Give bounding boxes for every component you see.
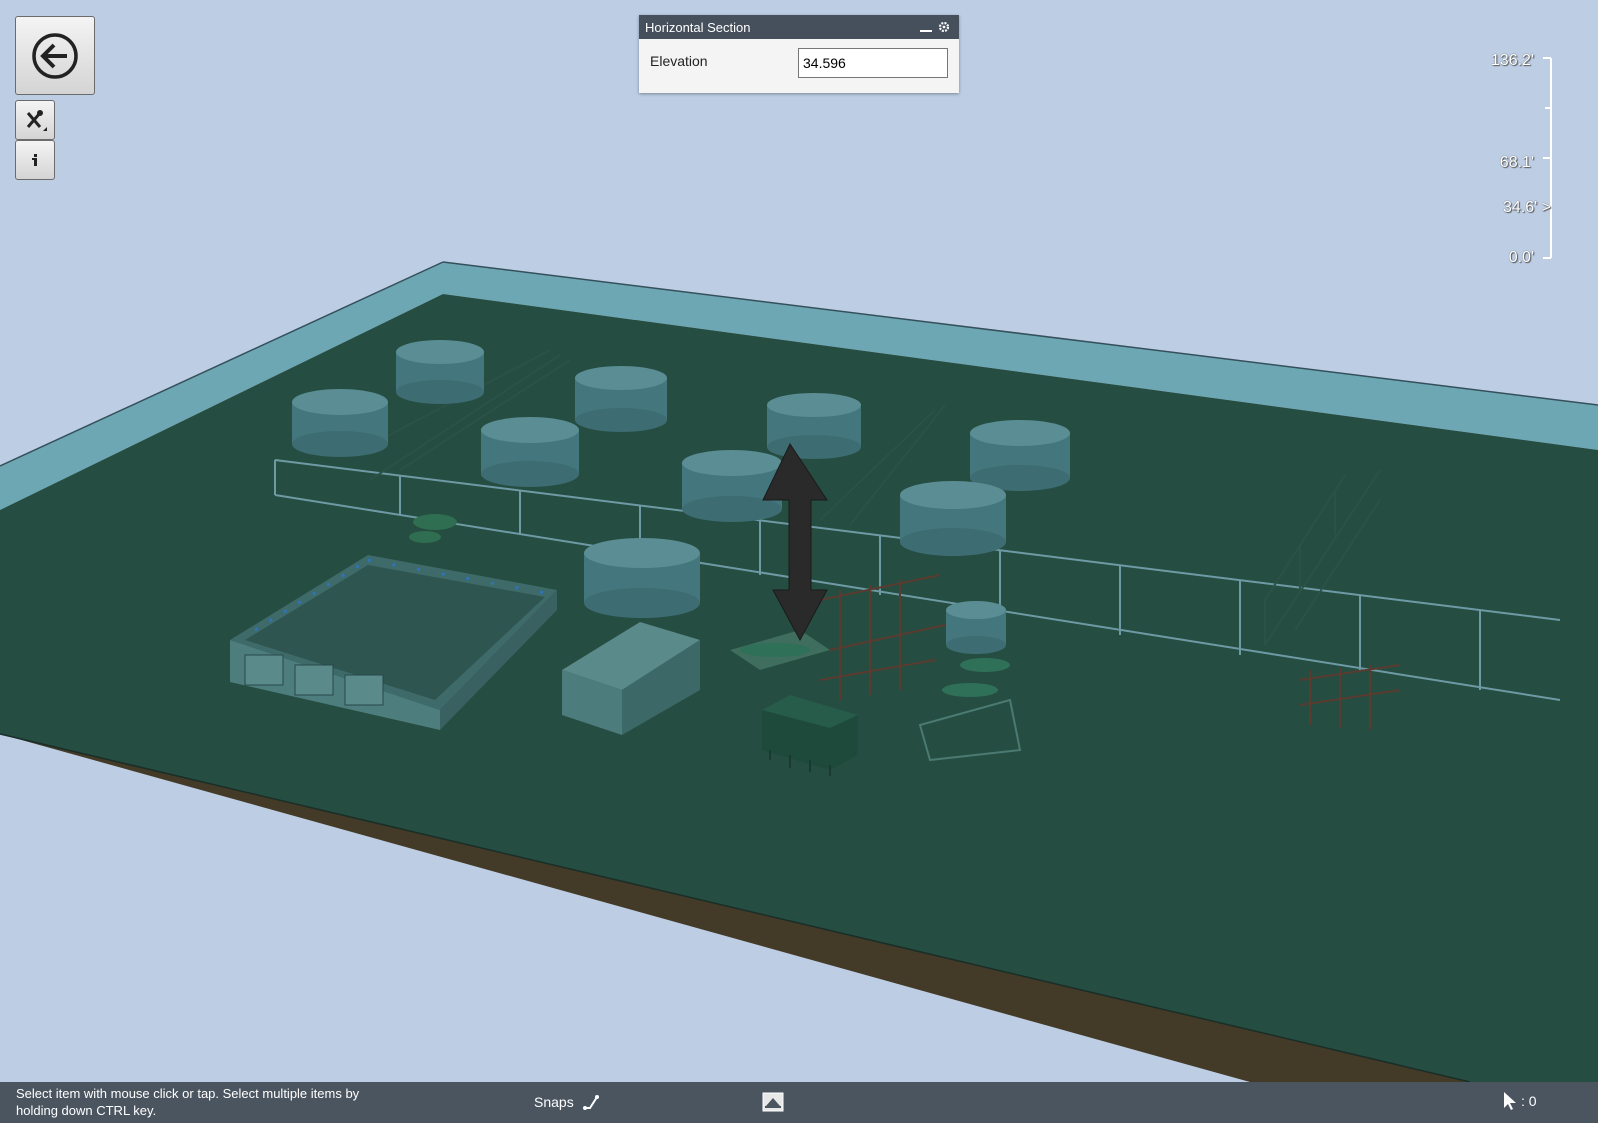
tools-button[interactable] xyxy=(15,100,55,140)
back-button[interactable] xyxy=(15,16,95,95)
ruler-label-top: 136.2' xyxy=(1490,52,1534,69)
tools-icon xyxy=(26,110,47,131)
tank xyxy=(682,450,782,522)
ruler-label-mid: 68.1' xyxy=(1499,154,1534,171)
info-icon xyxy=(32,154,37,166)
elevation-ruler[interactable] xyxy=(1543,57,1552,259)
horizontal-section-panel: Horizontal Section Elevation xyxy=(639,15,959,93)
elevation-label: Elevation xyxy=(650,53,708,69)
ruler-label-current[interactable]: 34.6' > xyxy=(1451,199,1551,217)
snaps-label: Snaps xyxy=(534,1094,574,1110)
snap-icon xyxy=(582,1095,599,1110)
settings-button[interactable] xyxy=(935,18,953,36)
tank xyxy=(970,420,1070,491)
tank xyxy=(396,340,484,404)
elevation-input[interactable] xyxy=(798,48,948,78)
snaps-button[interactable]: Snaps xyxy=(534,1093,602,1111)
3d-viewport[interactable] xyxy=(0,0,1598,1082)
tank xyxy=(292,389,388,457)
status-message: Select item with mouse click or tap. Sel… xyxy=(16,1086,360,1118)
section-view-icon[interactable] xyxy=(762,1092,784,1112)
minimize-icon xyxy=(920,30,932,32)
tank xyxy=(481,417,579,487)
tank xyxy=(584,538,700,618)
info-button[interactable] xyxy=(15,140,55,180)
ruler-label-bottom: 0.0' xyxy=(1508,249,1534,266)
tank xyxy=(767,393,861,459)
selection-count-value: : 0 xyxy=(1521,1093,1537,1109)
panel-title: Horizontal Section xyxy=(645,19,751,35)
tank xyxy=(900,481,1006,556)
panel-titlebar[interactable]: Horizontal Section xyxy=(639,15,959,39)
status-bar: Select item with mouse click or tap. Sel… xyxy=(0,1082,1598,1123)
gear-icon xyxy=(938,21,950,33)
cursor-icon xyxy=(1504,1092,1516,1110)
tank xyxy=(946,601,1006,654)
minimize-button[interactable] xyxy=(917,18,935,36)
back-arrow-icon xyxy=(32,32,78,79)
tank xyxy=(575,366,667,432)
selection-count: : 0 xyxy=(1503,1091,1537,1111)
